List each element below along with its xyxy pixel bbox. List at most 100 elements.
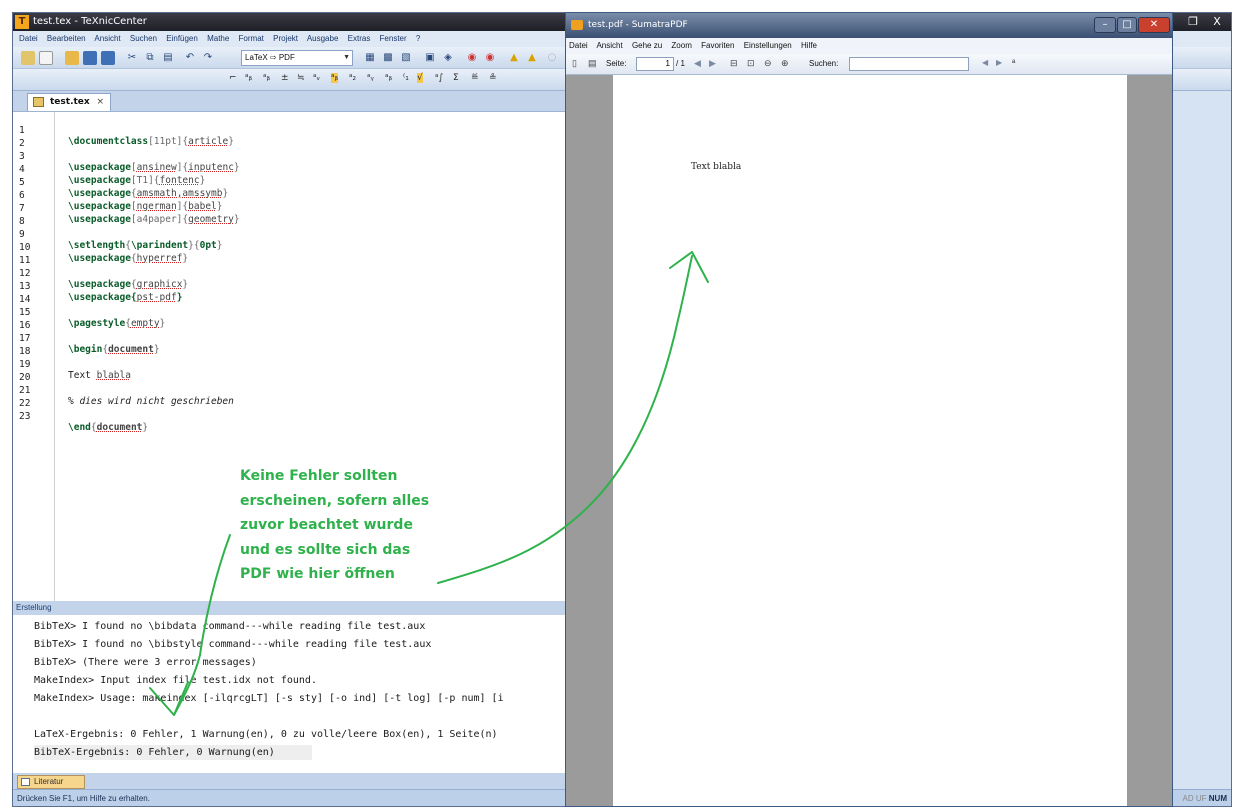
restore-icon[interactable]: ❐ <box>1181 13 1205 31</box>
code-line: 23 \end{document} <box>13 400 569 433</box>
sumatrapdf-titlebar[interactable]: test.pdf - SumatraPDF – □ ✕ <box>566 13 1172 38</box>
math-symbol-icon[interactable]: ᵃᵧ <box>367 73 374 83</box>
sumatra-menu-favoriten[interactable]: Favoriten <box>701 41 734 50</box>
sumatra-menubar: Datei Ansicht Gehe zu Zoom Favoriten Ein… <box>566 38 1172 54</box>
tab-literatur[interactable]: Literatur <box>17 775 85 789</box>
code-line: 6 \usepackage[ngerman]{babel} <box>13 179 569 212</box>
menu-extras[interactable]: Extras <box>348 34 371 43</box>
open-file-icon[interactable]: ▯ <box>572 58 577 69</box>
close-icon[interactable]: X <box>1205 13 1229 31</box>
code-line: 15 \pagestyle{empty} <box>13 296 569 329</box>
close-window-icon[interactable]: ✕ <box>1138 17 1170 33</box>
code-line: 16 <box>13 309 569 331</box>
menu-suchen[interactable]: Suchen <box>130 34 157 43</box>
build-output-panel[interactable]: BibTeX> I found no \bibdata command---wh… <box>13 615 569 773</box>
code-line: 13 \usepackage{pst-pdf} <box>13 270 569 303</box>
cut-icon[interactable]: ✂ <box>125 51 139 65</box>
tab-test-tex[interactable]: test.tex × <box>27 93 111 111</box>
annotation-line: erscheinen, sofern alles <box>240 492 430 509</box>
fit-width-icon[interactable]: ⊡ <box>747 58 755 69</box>
code-line: 19 Text blabla <box>13 348 569 381</box>
log-line: LaTeX-Ergebnis: 0 Fehler, 1 Warnung(en),… <box>34 729 498 740</box>
menu-einfuegen[interactable]: Einfügen <box>166 34 198 43</box>
math-symbol-icon[interactable]: ± <box>281 73 289 83</box>
build-profile-select[interactable]: LaTeX ⇨ PDF ▼ <box>241 50 353 66</box>
math-symbol-icon[interactable]: ⌐ <box>229 73 237 83</box>
clean-icon[interactable]: ▧ <box>399 51 413 65</box>
error-prev-icon[interactable]: ◉ <box>465 51 479 65</box>
math-symbol-icon[interactable]: ᵃ∫ <box>435 73 443 83</box>
redo-icon[interactable]: ↷ <box>201 51 215 65</box>
math-root-icon[interactable]: √ <box>417 73 423 83</box>
zoom-in-icon[interactable]: ⊕ <box>781 58 789 69</box>
status-indicators: AD UF NUM <box>1183 790 1227 806</box>
warning-next-icon[interactable]: ▲ <box>525 51 539 65</box>
math-symbol-icon[interactable]: ≝ <box>471 73 479 83</box>
save-all-icon[interactable] <box>101 51 115 65</box>
print-icon[interactable]: ▤ <box>588 58 597 69</box>
undo-icon[interactable]: ↶ <box>183 51 197 65</box>
maximize-icon[interactable]: □ <box>1117 17 1137 33</box>
sumatra-menu-ansicht[interactable]: Ansicht <box>596 41 622 50</box>
sumatra-window-title: test.pdf - SumatraPDF <box>588 20 688 30</box>
warning-prev-icon[interactable]: ▲ <box>507 51 521 65</box>
find-prev-icon[interactable]: ◀ <box>982 58 988 67</box>
pdf-canvas[interactable]: Text blabla <box>566 75 1172 806</box>
page-number-input[interactable]: 1 <box>636 57 674 71</box>
math-symbol-icon[interactable]: ᵃᵦ <box>263 73 270 83</box>
math-symbol-icon[interactable]: ⁽₁ <box>403 73 409 83</box>
math-symbol-icon[interactable]: ᵃᵦ <box>245 73 252 83</box>
menu-fenster[interactable]: Fenster <box>380 34 407 43</box>
tex-document-icon <box>33 97 44 107</box>
new-project-icon[interactable] <box>21 51 35 65</box>
search-label: Suchen: <box>809 59 839 68</box>
sumatra-menu-gehe-zu[interactable]: Gehe zu <box>632 41 662 50</box>
match-case-icon[interactable]: ª <box>1012 58 1015 68</box>
math-symbol-icon[interactable]: ᵃᵦ <box>385 73 392 83</box>
paste-icon[interactable]: ▤ <box>161 51 175 65</box>
view-output-icon[interactable]: ▣ <box>423 51 437 65</box>
math-symbol-icon[interactable]: ᵃ₂ <box>349 73 356 83</box>
menu-help[interactable]: ? <box>416 34 420 43</box>
menu-datei[interactable]: Datei <box>19 34 38 43</box>
document-tabstrip: test.tex × <box>13 91 569 111</box>
fit-page-icon[interactable]: ⊟ <box>730 58 738 69</box>
close-tab-icon[interactable]: × <box>96 94 104 110</box>
find-next-icon[interactable]: ▶ <box>996 58 1002 67</box>
sumatra-menu-einstellungen[interactable]: Einstellungen <box>744 41 792 50</box>
sumatra-menu-hilfe[interactable]: Hilfe <box>801 41 817 50</box>
prev-page-icon[interactable]: ◀ <box>694 58 701 69</box>
math-symbol-icon[interactable]: ᵃᵥ <box>313 73 320 83</box>
build-all-icon[interactable]: ▩ <box>381 51 395 65</box>
math-sum-icon[interactable]: Σ <box>453 73 459 83</box>
search-input[interactable] <box>849 57 969 71</box>
zoom-out-icon[interactable]: ⊖ <box>764 58 772 69</box>
math-symbol-icon[interactable]: ᵃᵦ <box>331 73 339 83</box>
math-symbol-icon[interactable]: ≗ <box>489 73 497 83</box>
save-icon[interactable] <box>83 51 97 65</box>
badbox-icon[interactable]: ◌ <box>545 51 559 65</box>
menu-projekt[interactable]: Projekt <box>273 34 298 43</box>
copy-icon[interactable]: ⧉ <box>143 51 157 65</box>
math-symbol-icon[interactable]: ≒ <box>297 73 305 83</box>
code-line: 20 <box>13 361 569 383</box>
bottom-tabstrip: Literatur <box>13 773 569 789</box>
menu-format[interactable]: Format <box>239 34 264 43</box>
forward-search-icon[interactable]: ◈ <box>441 51 455 65</box>
menu-bearbeiten[interactable]: Bearbeiten <box>47 34 86 43</box>
build-icon[interactable]: ▦ <box>363 51 377 65</box>
next-page-icon[interactable]: ▶ <box>709 58 716 69</box>
new-file-icon[interactable] <box>39 51 53 65</box>
open-folder-icon[interactable] <box>65 51 79 65</box>
minimize-icon[interactable]: – <box>1094 17 1116 33</box>
sumatra-menu-datei[interactable]: Datei <box>569 41 588 50</box>
build-profile-value: LaTeX ⇨ PDF <box>245 53 295 62</box>
menu-mathe[interactable]: Mathe <box>207 34 229 43</box>
status-text: Drücken Sie F1, um Hilfe zu erhalten. <box>17 794 150 803</box>
menu-ansicht[interactable]: Ansicht <box>94 34 120 43</box>
error-next-icon[interactable]: ◉ <box>483 51 497 65</box>
menu-ausgabe[interactable]: Ausgabe <box>307 34 339 43</box>
sumatra-menu-zoom[interactable]: Zoom <box>671 41 691 50</box>
status-indicator-num: NUM <box>1208 794 1227 803</box>
log-line-selected[interactable]: BibTeX-Ergebnis: 0 Fehler, 0 Warnung(en) <box>34 745 312 760</box>
